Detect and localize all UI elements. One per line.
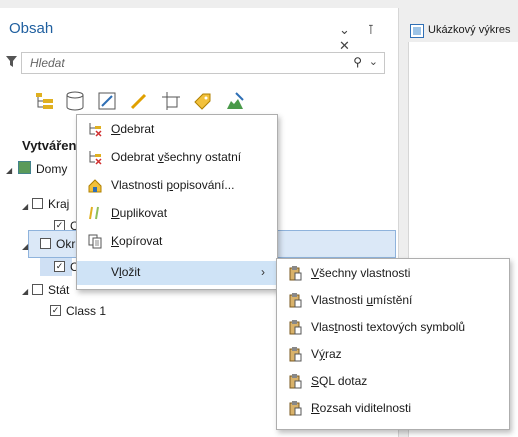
layer-checkbox[interactable] <box>32 198 43 209</box>
map-view-icon <box>410 24 424 38</box>
menu-item-paste[interactable]: Vložit › <box>77 261 277 285</box>
search-input[interactable]: Hledat ⚲ ⌄ <box>21 52 385 74</box>
tree-item-okr[interactable]: Okr <box>56 237 75 251</box>
remove-layer-icon <box>89 123 102 137</box>
submenu-item-placement-properties[interactable]: Vlastnosti umístění <box>277 289 509 313</box>
submenu-item-expression[interactable]: Výraz <box>277 343 509 367</box>
duplicate-icon <box>89 206 99 220</box>
tree-item-stat[interactable]: Stát <box>48 283 69 297</box>
map-icon <box>18 161 31 174</box>
paste-icon <box>289 266 302 281</box>
list-by-editing-icon[interactable] <box>128 90 150 112</box>
collapse-arrow-icon[interactable]: ◢ <box>22 287 28 296</box>
map-view-tab[interactable]: Ukázkový výkres <box>408 20 518 42</box>
collapse-arrow-icon[interactable]: ◢ <box>6 166 12 175</box>
submenu-item-all-properties[interactable]: Všechny vlastnosti <box>277 262 509 286</box>
pane-title: Obsah <box>9 20 54 37</box>
paste-submenu: Všechny vlastnosti Vlastnosti umístění V… <box>276 258 510 430</box>
menu-item-remove[interactable]: Odebrat <box>77 118 277 142</box>
filter-icon[interactable] <box>6 56 17 68</box>
paste-icon <box>289 347 302 362</box>
paste-icon <box>289 320 302 335</box>
chevron-down-icon[interactable]: ⌄ <box>369 55 378 68</box>
layer-checkbox[interactable] <box>40 238 51 249</box>
tree-item-class-1[interactable]: Class 1 <box>66 304 106 318</box>
copy-icon <box>88 234 102 249</box>
class-checkbox[interactable]: ✓ <box>50 305 61 316</box>
tree-item-domy[interactable]: Domy <box>36 162 67 176</box>
submenu-item-visibility-range[interactable]: Rozsah viditelnosti <box>277 397 509 421</box>
collapse-arrow-icon[interactable]: ◢ <box>22 242 28 251</box>
list-by-drawing-order-icon[interactable] <box>34 90 56 112</box>
chevron-right-icon: › <box>261 265 265 279</box>
paste-icon <box>289 401 302 416</box>
list-by-labeling-icon[interactable] <box>191 90 213 112</box>
menu-item-labeling-properties[interactable]: Vlastnosti popisování... <box>77 174 277 198</box>
tree-item-kraj[interactable]: Kraj <box>48 197 69 211</box>
menu-item-duplicate[interactable]: Duplikovat <box>77 202 277 226</box>
submenu-item-sql-query[interactable]: SQL dotaz <box>277 370 509 394</box>
search-placeholder: Hledat <box>30 56 65 70</box>
layer-checkbox[interactable] <box>32 284 43 295</box>
paste-icon <box>289 374 302 389</box>
list-by-perspective-imagery-icon[interactable] <box>224 90 246 112</box>
paste-icon <box>289 293 302 308</box>
menu-item-remove-all-others[interactable]: Odebrat všechny ostatní <box>77 146 277 170</box>
context-menu: Odebrat Odebrat všechny ostatní Vlastnos… <box>76 114 278 290</box>
list-by-source-icon[interactable] <box>64 90 86 112</box>
collapse-arrow-icon[interactable]: ◢ <box>22 202 28 211</box>
submenu-item-text-symbol-properties[interactable]: Vlastnosti textových symbolů <box>277 316 509 340</box>
class-checkbox[interactable]: ✓ <box>54 261 65 272</box>
labeling-properties-icon <box>88 179 102 193</box>
menu-item-copy[interactable]: Kopírovat <box>77 230 277 254</box>
list-by-selection-icon[interactable] <box>96 90 118 112</box>
pane-window-controls[interactable]: ⌄ ⊺ ✕ <box>339 22 398 54</box>
drawing-order-label: Vytvářen <box>22 138 77 153</box>
map-view-tab-label: Ukázkový výkres <box>428 24 511 36</box>
list-by-snapping-icon[interactable] <box>160 90 182 112</box>
search-icon[interactable]: ⚲ <box>353 55 362 69</box>
remove-others-icon <box>89 151 102 165</box>
